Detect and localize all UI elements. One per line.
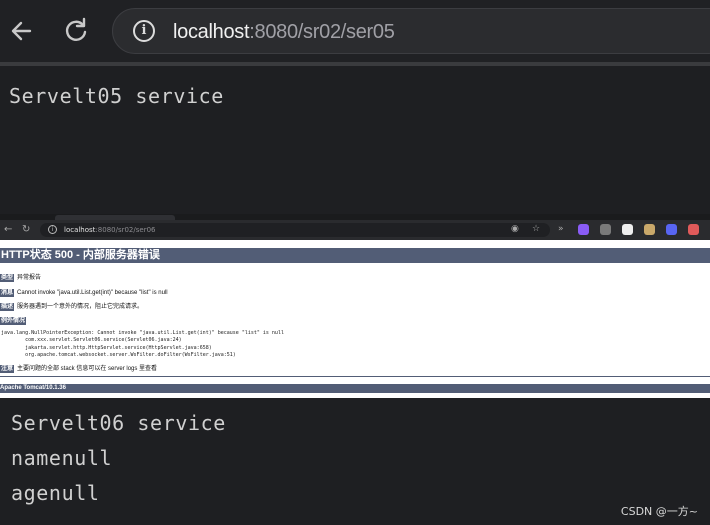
type-text: 异常报告 — [17, 275, 42, 281]
name-output-text: namenull — [11, 446, 113, 470]
servlet06-output-text: Servelt06 service — [11, 411, 226, 435]
url-path: :8080/sr02/ser05 — [249, 21, 395, 43]
description-text: 服务器遇到一个意外的情况，阻止它完成请求。 — [17, 304, 144, 310]
back-arrow-icon[interactable] — [4, 13, 40, 49]
small-back-arrow-icon[interactable]: ← — [4, 223, 12, 237]
address-bar[interactable]: i localhost:8080/sr02/ser05 — [112, 8, 710, 54]
small-ext-icon-1[interactable] — [578, 224, 589, 235]
message-tag: 消息 — [0, 289, 15, 297]
small-url-host: localhost — [64, 226, 96, 234]
note-text: 主要问题的全部 stack 信息可以在 server logs 里查看 — [17, 366, 158, 372]
error-divider — [0, 376, 710, 377]
note-row: 注意 主要问题的全部 stack 信息可以在 server logs 里查看 — [0, 365, 157, 373]
url-host: localhost — [173, 21, 250, 43]
message-text: Cannot invoke "java.util.List.get(int)" … — [17, 290, 168, 296]
stack-trace: java.lang.NullPointerException: Cannot i… — [1, 330, 284, 359]
small-address-bar[interactable]: i localhost:8080/sr02/ser06 — [40, 223, 550, 237]
small-ext-icon-2[interactable] — [600, 224, 611, 235]
small-ext-icon-4[interactable] — [644, 224, 655, 235]
tomcat-version-footer: Apache Tomcat/10.1.36 — [0, 384, 710, 393]
description-tag: 描述 — [0, 303, 15, 311]
small-site-info-icon[interactable]: i — [48, 225, 57, 234]
error-message-row: 消息 Cannot invoke "java.util.List.get(int)… — [0, 289, 168, 297]
top-browser-toolbar: i localhost:8080/sr02/ser05 — [0, 0, 710, 62]
error-title: HTTP状态 500 - 内部服务器错误 — [0, 248, 710, 263]
url-text: localhost:8080/sr02/ser05 — [173, 20, 395, 44]
exception-row: 例外情况 — [0, 317, 29, 325]
small-extensions-chevron-icon[interactable]: » — [558, 223, 564, 235]
servlet05-output-text: Servelt05 service — [9, 84, 224, 108]
error-type-row: 类型 异常报告 — [0, 274, 41, 282]
small-ext-icon-6[interactable] — [688, 224, 699, 235]
small-url-text: localhost:8080/sr02/ser06 — [64, 224, 155, 236]
reload-icon[interactable] — [58, 13, 94, 49]
type-tag: 类型 — [0, 274, 15, 282]
small-reload-icon[interactable]: ↻ — [22, 223, 30, 237]
exception-tag: 例外情况 — [0, 317, 27, 325]
small-ext-icon-5[interactable] — [666, 224, 677, 235]
error-description-row: 描述 服务器遇到一个意外的情况，阻止它完成请求。 — [0, 303, 143, 311]
small-ext-icon-3[interactable] — [622, 224, 633, 235]
age-output-text: agenull — [11, 481, 100, 505]
small-translate-icon[interactable]: ◉ — [511, 223, 519, 235]
small-url-path: :8080/sr02/ser06 — [95, 226, 156, 234]
tomcat-error-page: HTTP状态 500 - 内部服务器错误 类型 异常报告 消息 Cannot inv… — [0, 240, 710, 398]
small-browser-toolbar: ← ↻ i localhost:8080/sr02/ser06 ◉ ☆ » — [0, 220, 710, 240]
note-tag: 注意 — [0, 365, 15, 373]
small-star-icon[interactable]: ☆ — [532, 223, 540, 235]
csdn-watermark: CSDN @一方~ — [620, 505, 698, 518]
site-info-icon[interactable]: i — [133, 20, 155, 42]
